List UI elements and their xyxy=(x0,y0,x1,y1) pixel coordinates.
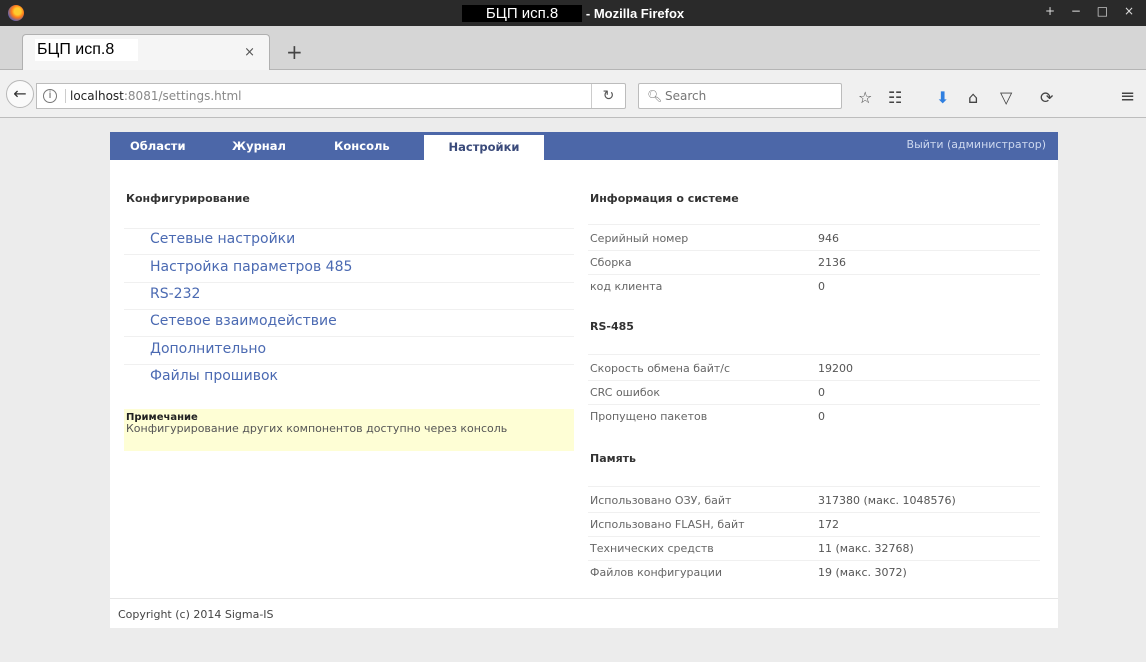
reload-icon[interactable]: ↻ xyxy=(591,84,625,108)
new-tab-icon[interactable]: + xyxy=(286,40,303,64)
logout-link[interactable]: Выйти (администратор) xyxy=(907,138,1046,151)
config-link-485[interactable]: Настройка параметров 485 xyxy=(150,259,352,275)
info-value: 946 xyxy=(818,232,839,245)
bookmark-star-icon[interactable]: ☆ xyxy=(858,88,872,107)
home-icon[interactable]: ⌂ xyxy=(968,88,978,107)
info-label: Использовано ОЗУ, байт xyxy=(590,494,732,507)
info-label: Серийный номер xyxy=(590,232,689,245)
info-value: 0 xyxy=(818,280,825,293)
divider xyxy=(588,354,1040,355)
info-value: 317380 (макс. 1048576) xyxy=(818,494,956,507)
site-info-icon[interactable]: i xyxy=(43,89,57,103)
download-icon[interactable]: ⬇ xyxy=(936,88,949,107)
divider xyxy=(588,536,1040,537)
divider xyxy=(124,254,574,255)
divider xyxy=(588,404,1040,405)
url-path: :8081/settings.html xyxy=(123,89,242,103)
browser-window: БЦП исп.8 - Mozilla Firefox + − □ × БЦП … xyxy=(0,0,1146,662)
info-label: CRC ошибок xyxy=(590,386,661,399)
menu-item-areas[interactable]: Области xyxy=(130,139,186,153)
info-value: 172 xyxy=(818,518,839,531)
window-title-app: - Mozilla Firefox xyxy=(582,6,685,21)
divider xyxy=(588,380,1040,381)
search-input[interactable] xyxy=(665,87,835,105)
divider xyxy=(588,274,1040,275)
search-box[interactable]: 🔍︎ xyxy=(638,83,842,109)
info-label: Сборка xyxy=(590,256,632,269)
info-label: Файлов конфигурации xyxy=(590,566,723,579)
divider xyxy=(588,250,1040,251)
title-bar: БЦП исп.8 - Mozilla Firefox + − □ × xyxy=(0,0,1146,26)
divider xyxy=(124,282,574,283)
config-link-network[interactable]: Сетевые настройки xyxy=(150,231,295,247)
reading-list-icon[interactable]: ☷ xyxy=(888,88,902,107)
menu-item-journal[interactable]: Журнал xyxy=(232,139,286,153)
divider xyxy=(124,228,574,229)
url-text[interactable]: localhost:8081/settings.html xyxy=(65,89,242,103)
divider xyxy=(124,364,574,365)
info-value: 19200 xyxy=(818,362,853,375)
navigation-bar: ← i localhost:8081/settings.html ↻ 🔍︎ ☆ … xyxy=(0,70,1146,118)
tab-close-icon[interactable]: × xyxy=(244,45,255,60)
menu-icon[interactable]: ≡ xyxy=(1120,86,1135,107)
page-viewport: Области Журнал Консоль Настройки Выйти (… xyxy=(8,118,1146,662)
footer-divider xyxy=(110,598,1058,599)
info-label: Технических средств xyxy=(590,542,714,555)
url-host: localhost xyxy=(70,89,124,103)
window-title-page: БЦП исп.8 xyxy=(461,5,583,22)
tab-label: БЦП исп.8 xyxy=(35,39,139,61)
info-value: 11 (макс. 32768) xyxy=(818,542,914,555)
search-icon: 🔍︎ xyxy=(647,89,663,103)
window-controls[interactable]: + − □ × xyxy=(1045,4,1140,18)
back-button[interactable]: ← xyxy=(6,80,34,108)
window-title: БЦП исп.8 - Mozilla Firefox xyxy=(0,5,1146,22)
info-label: Скорость обмена байт/с xyxy=(590,362,731,375)
tab-strip: БЦП исп.8 × + xyxy=(0,26,1146,70)
app-container: Области Журнал Консоль Настройки Выйти (… xyxy=(110,132,1058,628)
config-link-additional[interactable]: Дополнительно xyxy=(150,341,266,357)
info-label: Использовано FLASH, байт xyxy=(590,518,745,531)
info-value: 19 (макс. 3072) xyxy=(818,566,907,579)
pocket-icon[interactable]: ▽ xyxy=(1000,88,1012,107)
copyright: Copyright (c) 2014 Sigma-IS xyxy=(118,608,274,621)
divider xyxy=(588,224,1040,225)
menu-item-console[interactable]: Консоль xyxy=(334,139,390,153)
divider xyxy=(588,486,1040,487)
note-text: Конфигурирование других компонентов дост… xyxy=(126,422,508,435)
config-note: Примечание Конфигурирование других компо… xyxy=(124,409,574,451)
system-info-title: Информация о системе xyxy=(590,192,739,205)
divider xyxy=(124,309,574,310)
sync-icon[interactable]: ⟳ xyxy=(1040,88,1053,107)
info-value: 2136 xyxy=(818,256,846,269)
info-label: Пропущено пакетов xyxy=(590,410,708,423)
rs485-title: RS-485 xyxy=(590,320,634,333)
memory-title: Память xyxy=(590,452,637,465)
url-bar[interactable]: i localhost:8081/settings.html ↻ xyxy=(36,83,626,109)
config-title: Конфигурирование xyxy=(126,192,250,205)
info-value: 0 xyxy=(818,410,825,423)
config-link-interaction[interactable]: Сетевое взаимодействие xyxy=(150,313,337,329)
main-menu: Области Журнал Консоль Настройки Выйти (… xyxy=(110,132,1058,160)
browser-tab[interactable]: БЦП исп.8 × xyxy=(22,34,270,70)
menu-item-settings[interactable]: Настройки xyxy=(424,135,544,160)
info-label: код клиента xyxy=(590,280,663,293)
config-link-rs232[interactable]: RS-232 xyxy=(150,286,200,302)
divider xyxy=(124,336,574,337)
divider xyxy=(588,560,1040,561)
divider xyxy=(588,512,1040,513)
config-link-firmware[interactable]: Файлы прошивок xyxy=(150,368,278,384)
info-value: 0 xyxy=(818,386,825,399)
